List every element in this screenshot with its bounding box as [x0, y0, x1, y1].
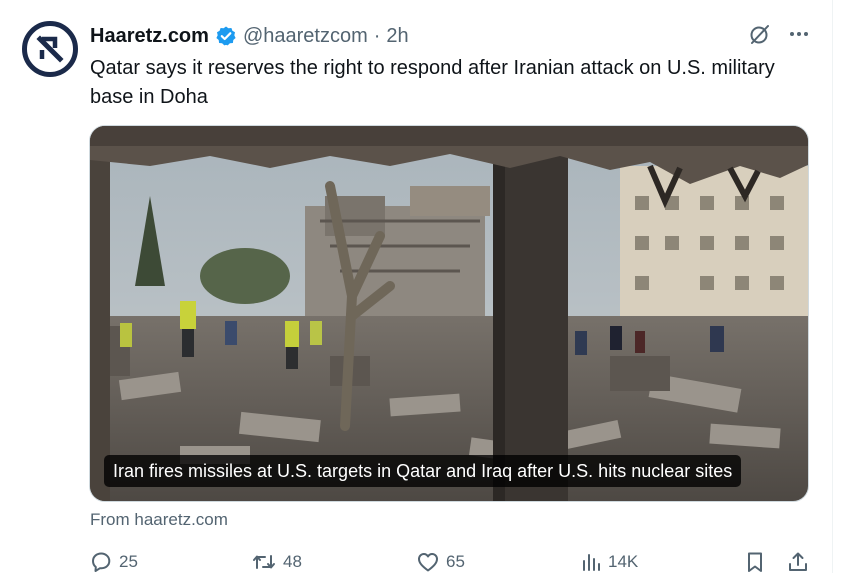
repost-icon	[251, 550, 277, 574]
views-button[interactable]: 14K	[580, 550, 638, 574]
views-count: 14K	[608, 552, 639, 571]
grok-icon[interactable]	[748, 22, 772, 46]
haaretz-logo-icon	[33, 32, 67, 66]
share-button[interactable]	[786, 550, 810, 574]
separator-dot: ·	[373, 24, 381, 47]
handle[interactable]: @haaretzcom	[243, 25, 368, 48]
views-icon	[580, 550, 602, 574]
reply-icon	[89, 550, 113, 574]
tweet-header: Haaretz.com @haaretzcom · 2h	[90, 22, 409, 50]
tweet-text: Qatar says it reserves the right to resp…	[90, 57, 775, 108]
repost-count: 48	[283, 552, 302, 571]
reply-count: 25	[119, 552, 138, 571]
more-icon[interactable]	[788, 23, 810, 45]
card-source-link[interactable]: From haaretz.com	[90, 510, 228, 530]
timestamp[interactable]: 2h	[386, 25, 408, 48]
card-caption: Iran fires missiles at U.S. targets in Q…	[104, 455, 742, 487]
share-icon	[786, 550, 810, 574]
avatar[interactable]	[22, 21, 78, 77]
heart-icon	[416, 550, 440, 574]
link-card[interactable]: Iran fires missiles at U.S. targets in Q…	[89, 125, 809, 502]
card-image	[90, 126, 808, 501]
timeline-border	[832, 0, 833, 573]
like-count: 65	[446, 552, 465, 571]
verified-badge-icon	[215, 25, 237, 47]
like-button[interactable]: 65	[416, 550, 465, 574]
display-name[interactable]: Haaretz.com	[90, 25, 209, 48]
bookmark-button[interactable]	[744, 550, 766, 574]
action-bar: 25 48 65 14K	[89, 548, 813, 578]
tweet-top-actions	[748, 22, 810, 46]
repost-button[interactable]: 48	[251, 550, 302, 574]
bookmark-icon	[744, 550, 766, 574]
reply-button[interactable]: 25	[89, 550, 138, 574]
